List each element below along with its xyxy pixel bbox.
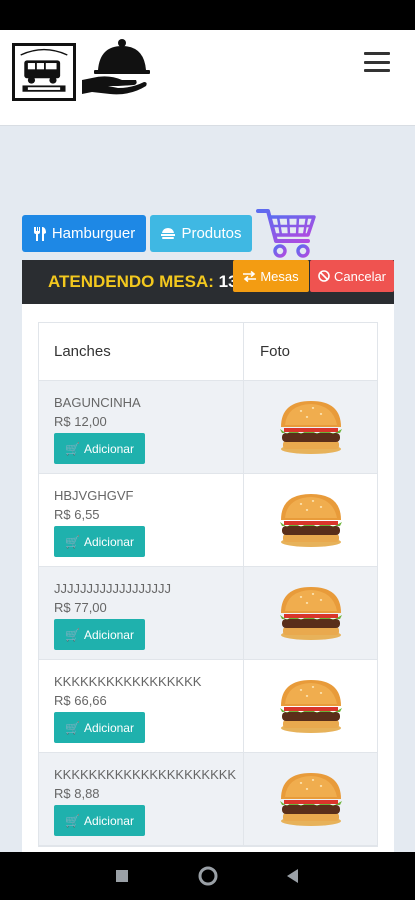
column-header-lanches: Lanches	[39, 323, 244, 380]
cart-plus-icon: 🛒	[65, 813, 80, 828]
mesas-label: Mesas	[260, 268, 299, 284]
status-bar	[0, 0, 415, 30]
product-name: HBJVGHGVF	[54, 488, 134, 503]
product-price: R$ 6,55	[54, 507, 100, 522]
product-name: JJJJJJJJJJJJJJJJJJ	[54, 581, 171, 596]
panel-header: ATENDENDO MESA: 13 Mesas Cancelar	[22, 260, 394, 304]
add-product-button[interactable]: 🛒 Adicionar	[54, 805, 145, 836]
add-label: Adicionar	[83, 441, 134, 456]
product-name: KKKKKKKKKKKKKKKKK	[54, 674, 202, 689]
category-produtos-button[interactable]: Produtos	[150, 215, 252, 252]
burger-photo	[275, 490, 347, 550]
add-label: Adicionar	[83, 720, 134, 735]
add-label: Adicionar	[83, 534, 134, 549]
product-price: R$ 66,66	[54, 693, 107, 708]
add-product-button[interactable]: 🛒 Adicionar	[54, 526, 145, 557]
cart-plus-icon: 🛒	[65, 534, 80, 549]
mesas-button[interactable]: Mesas	[233, 260, 309, 292]
burger-photo	[275, 676, 347, 736]
recent-apps-button[interactable]	[110, 864, 134, 888]
column-header-foto: Foto	[260, 343, 291, 360]
product-name: BAGUNCINHA	[54, 395, 141, 410]
burger-photo	[275, 397, 347, 457]
add-label: Adicionar	[83, 627, 134, 642]
ban-icon	[318, 270, 330, 282]
table-header: Lanches Foto	[39, 323, 377, 381]
product-price: R$ 77,00	[54, 600, 107, 615]
home-button[interactable]	[196, 864, 220, 888]
add-label: Adicionar	[83, 813, 134, 828]
app-header	[0, 30, 415, 126]
cloche-logo-icon	[82, 39, 150, 95]
triangle-back-icon	[287, 869, 298, 883]
shopping-cart-icon[interactable]	[256, 207, 318, 261]
products-table: Lanches Foto BAGUNCINHA R$ 12,00 🛒 Adici…	[38, 322, 378, 847]
product-icon	[161, 228, 176, 239]
add-product-button[interactable]: 🛒 Adicionar	[54, 433, 145, 464]
cart-plus-icon: 🛒	[65, 720, 80, 735]
burger-photo	[275, 583, 347, 643]
table-row: JJJJJJJJJJJJJJJJJJ R$ 77,00 🛒 Adicionar	[39, 567, 377, 660]
cart-plus-icon: 🛒	[65, 441, 80, 456]
fork-knife-icon	[33, 226, 46, 241]
table-row: HBJVGHGVF R$ 6,55 🛒 Adicionar	[39, 474, 377, 567]
order-panel: ATENDENDO MESA: 13 Mesas Cancelar Lanche…	[22, 260, 394, 860]
logo-badge[interactable]	[12, 43, 76, 101]
circle-icon	[198, 866, 218, 886]
square-icon	[116, 870, 128, 882]
category-produtos-label: Produtos	[181, 225, 242, 242]
cart-plus-icon: 🛒	[65, 627, 80, 642]
add-product-button[interactable]: 🛒 Adicionar	[54, 712, 145, 743]
burger-photo	[275, 769, 347, 829]
table-status-title: ATENDENDO MESA: 13	[48, 272, 238, 292]
product-price: R$ 12,00	[54, 414, 107, 429]
table-row: BAGUNCINHA R$ 12,00 🛒 Adicionar	[39, 381, 377, 474]
table-row: KKKKKKKKKKKKKKKKKKKKK R$ 8,88 🛒 Adiciona…	[39, 753, 377, 846]
table-status-label: ATENDENDO MESA:	[48, 272, 214, 291]
hamburger-menu-icon[interactable]	[364, 52, 390, 72]
back-button[interactable]	[281, 864, 305, 888]
add-product-button[interactable]: 🛒 Adicionar	[54, 619, 145, 650]
swap-arrows-icon	[243, 270, 257, 282]
category-hamburguer-label: Hamburguer	[51, 225, 136, 242]
cancel-button[interactable]: Cancelar	[310, 260, 394, 292]
android-nav-bar	[0, 852, 415, 900]
category-hamburguer-button[interactable]: Hamburguer	[22, 215, 146, 252]
table-row: KKKKKKKKKKKKKKKKK R$ 66,66 🛒 Adicionar	[39, 660, 377, 753]
cancel-label: Cancelar	[333, 268, 387, 284]
product-price: R$ 8,88	[54, 786, 100, 801]
product-name: KKKKKKKKKKKKKKKKKKKKK	[54, 767, 237, 782]
